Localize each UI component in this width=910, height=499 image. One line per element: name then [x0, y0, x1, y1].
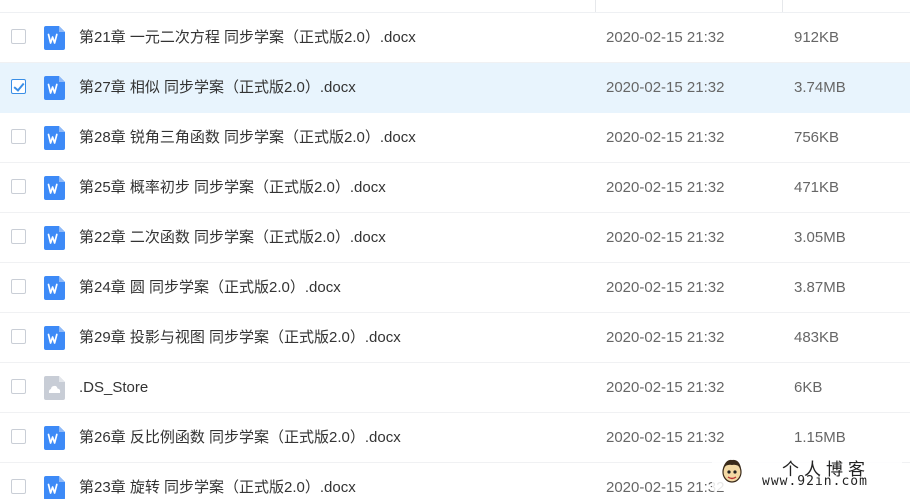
word-doc-icon: [44, 76, 65, 100]
file-size: 6KB: [794, 379, 823, 396]
word-doc-icon: [44, 26, 65, 50]
file-modified-date: 2020-02-15 21:32: [606, 179, 725, 196]
file-row[interactable]: 第24章 圆 同步学案（正式版2.0）.docx 2020-02-15 21:32…: [0, 263, 910, 313]
file-row[interactable]: 第29章 投影与视图 同步学案（正式版2.0）.docx 2020-02-15 2…: [0, 313, 910, 363]
file-modified-date: 2020-02-15 21:32: [606, 29, 725, 46]
word-doc-icon: [44, 126, 65, 150]
file-modified-date: 2020-02-15 21:32: [606, 129, 725, 146]
file-modified-date: 2020-02-15 21:32: [606, 379, 725, 396]
row-checkbox[interactable]: [11, 379, 26, 394]
file-row[interactable]: 第21章 一元二次方程 同步学案（正式版2.0）.docx 2020-02-15 …: [0, 13, 910, 63]
row-checkbox[interactable]: [11, 79, 26, 94]
file-rows: 第21章 一元二次方程 同步学案（正式版2.0）.docx 2020-02-15 …: [0, 13, 910, 499]
file-size: 3.05MB: [794, 229, 846, 246]
file-name-link[interactable]: 第23章 旋转 同步学案（正式版2.0）.docx: [79, 479, 356, 497]
file-row[interactable]: 第27章 相似 同步学案（正式版2.0）.docx 2020-02-15 21:3…: [0, 63, 910, 113]
file-size: 3.87MB: [794, 279, 846, 296]
file-name-link[interactable]: 第21章 一元二次方程 同步学案（正式版2.0）.docx: [79, 29, 416, 47]
row-checkbox[interactable]: [11, 179, 26, 194]
file-name-link[interactable]: 第26章 反比例函数 同步学案（正式版2.0）.docx: [79, 429, 401, 447]
file-size: 471KB: [794, 179, 840, 196]
file-modified-date: 2020-02-15 21:32: [606, 279, 725, 296]
file-row[interactable]: 第22章 二次函数 同步学案（正式版2.0）.docx 2020-02-15 21…: [0, 213, 910, 263]
word-doc-icon: [44, 476, 65, 499]
list-header-remnant: [0, 0, 910, 13]
row-checkbox[interactable]: [11, 229, 26, 244]
file-row[interactable]: .DS_Store 2020-02-15 21:32 6KB: [0, 363, 910, 413]
file-size: 1.15MB: [794, 429, 846, 446]
file-name-link[interactable]: 第24章 圆 同步学案（正式版2.0）.docx: [79, 279, 341, 297]
word-doc-icon: [44, 276, 65, 300]
file-size: 3.74MB: [794, 79, 846, 96]
file-modified-date: 2020-02-15 21:32: [606, 429, 725, 446]
file-modified-date: 2020-02-15 21:32: [606, 329, 725, 346]
file-modified-date: 2020-02-15 21:32: [606, 479, 725, 496]
word-doc-icon: [44, 426, 65, 450]
file-name-link[interactable]: 第28章 锐角三角函数 同步学案（正式版2.0）.docx: [79, 129, 416, 147]
watermark-url: www.92in.com: [762, 474, 868, 489]
file-name-link[interactable]: .DS_Store: [79, 379, 148, 397]
file-size: 756KB: [794, 129, 840, 146]
file-list: 第21章 一元二次方程 同步学案（正式版2.0）.docx 2020-02-15 …: [0, 0, 910, 499]
word-doc-icon: [44, 176, 65, 200]
row-checkbox[interactable]: [11, 29, 26, 44]
word-doc-icon: [44, 226, 65, 250]
file-modified-date: 2020-02-15 21:32: [606, 79, 725, 96]
word-doc-icon: [44, 326, 65, 350]
file-row[interactable]: 第25章 概率初步 同步学案（正式版2.0）.docx 2020-02-15 21…: [0, 163, 910, 213]
row-checkbox[interactable]: [11, 329, 26, 344]
mascot-logo-icon: [720, 457, 744, 485]
file-size: 483KB: [794, 329, 840, 346]
row-checkbox[interactable]: [11, 129, 26, 144]
file-name-link[interactable]: 第25章 概率初步 同步学案（正式版2.0）.docx: [79, 179, 386, 197]
generic-file-icon: [44, 376, 65, 400]
file-modified-date: 2020-02-15 21:32: [606, 229, 725, 246]
column-divider[interactable]: [782, 0, 783, 12]
file-size: 912KB: [794, 29, 840, 46]
row-checkbox[interactable]: [11, 429, 26, 444]
file-row[interactable]: 第28章 锐角三角函数 同步学案（正式版2.0）.docx 2020-02-15 …: [0, 113, 910, 163]
file-name-link[interactable]: 第29章 投影与视图 同步学案（正式版2.0）.docx: [79, 329, 401, 347]
file-name-link[interactable]: 第27章 相似 同步学案（正式版2.0）.docx: [79, 79, 356, 97]
column-divider[interactable]: [595, 0, 596, 12]
file-name-link[interactable]: 第22章 二次函数 同步学案（正式版2.0）.docx: [79, 229, 386, 247]
row-checkbox[interactable]: [11, 279, 26, 294]
site-watermark: 个人博客 www.92in.com: [712, 453, 902, 491]
row-checkbox[interactable]: [11, 479, 26, 494]
